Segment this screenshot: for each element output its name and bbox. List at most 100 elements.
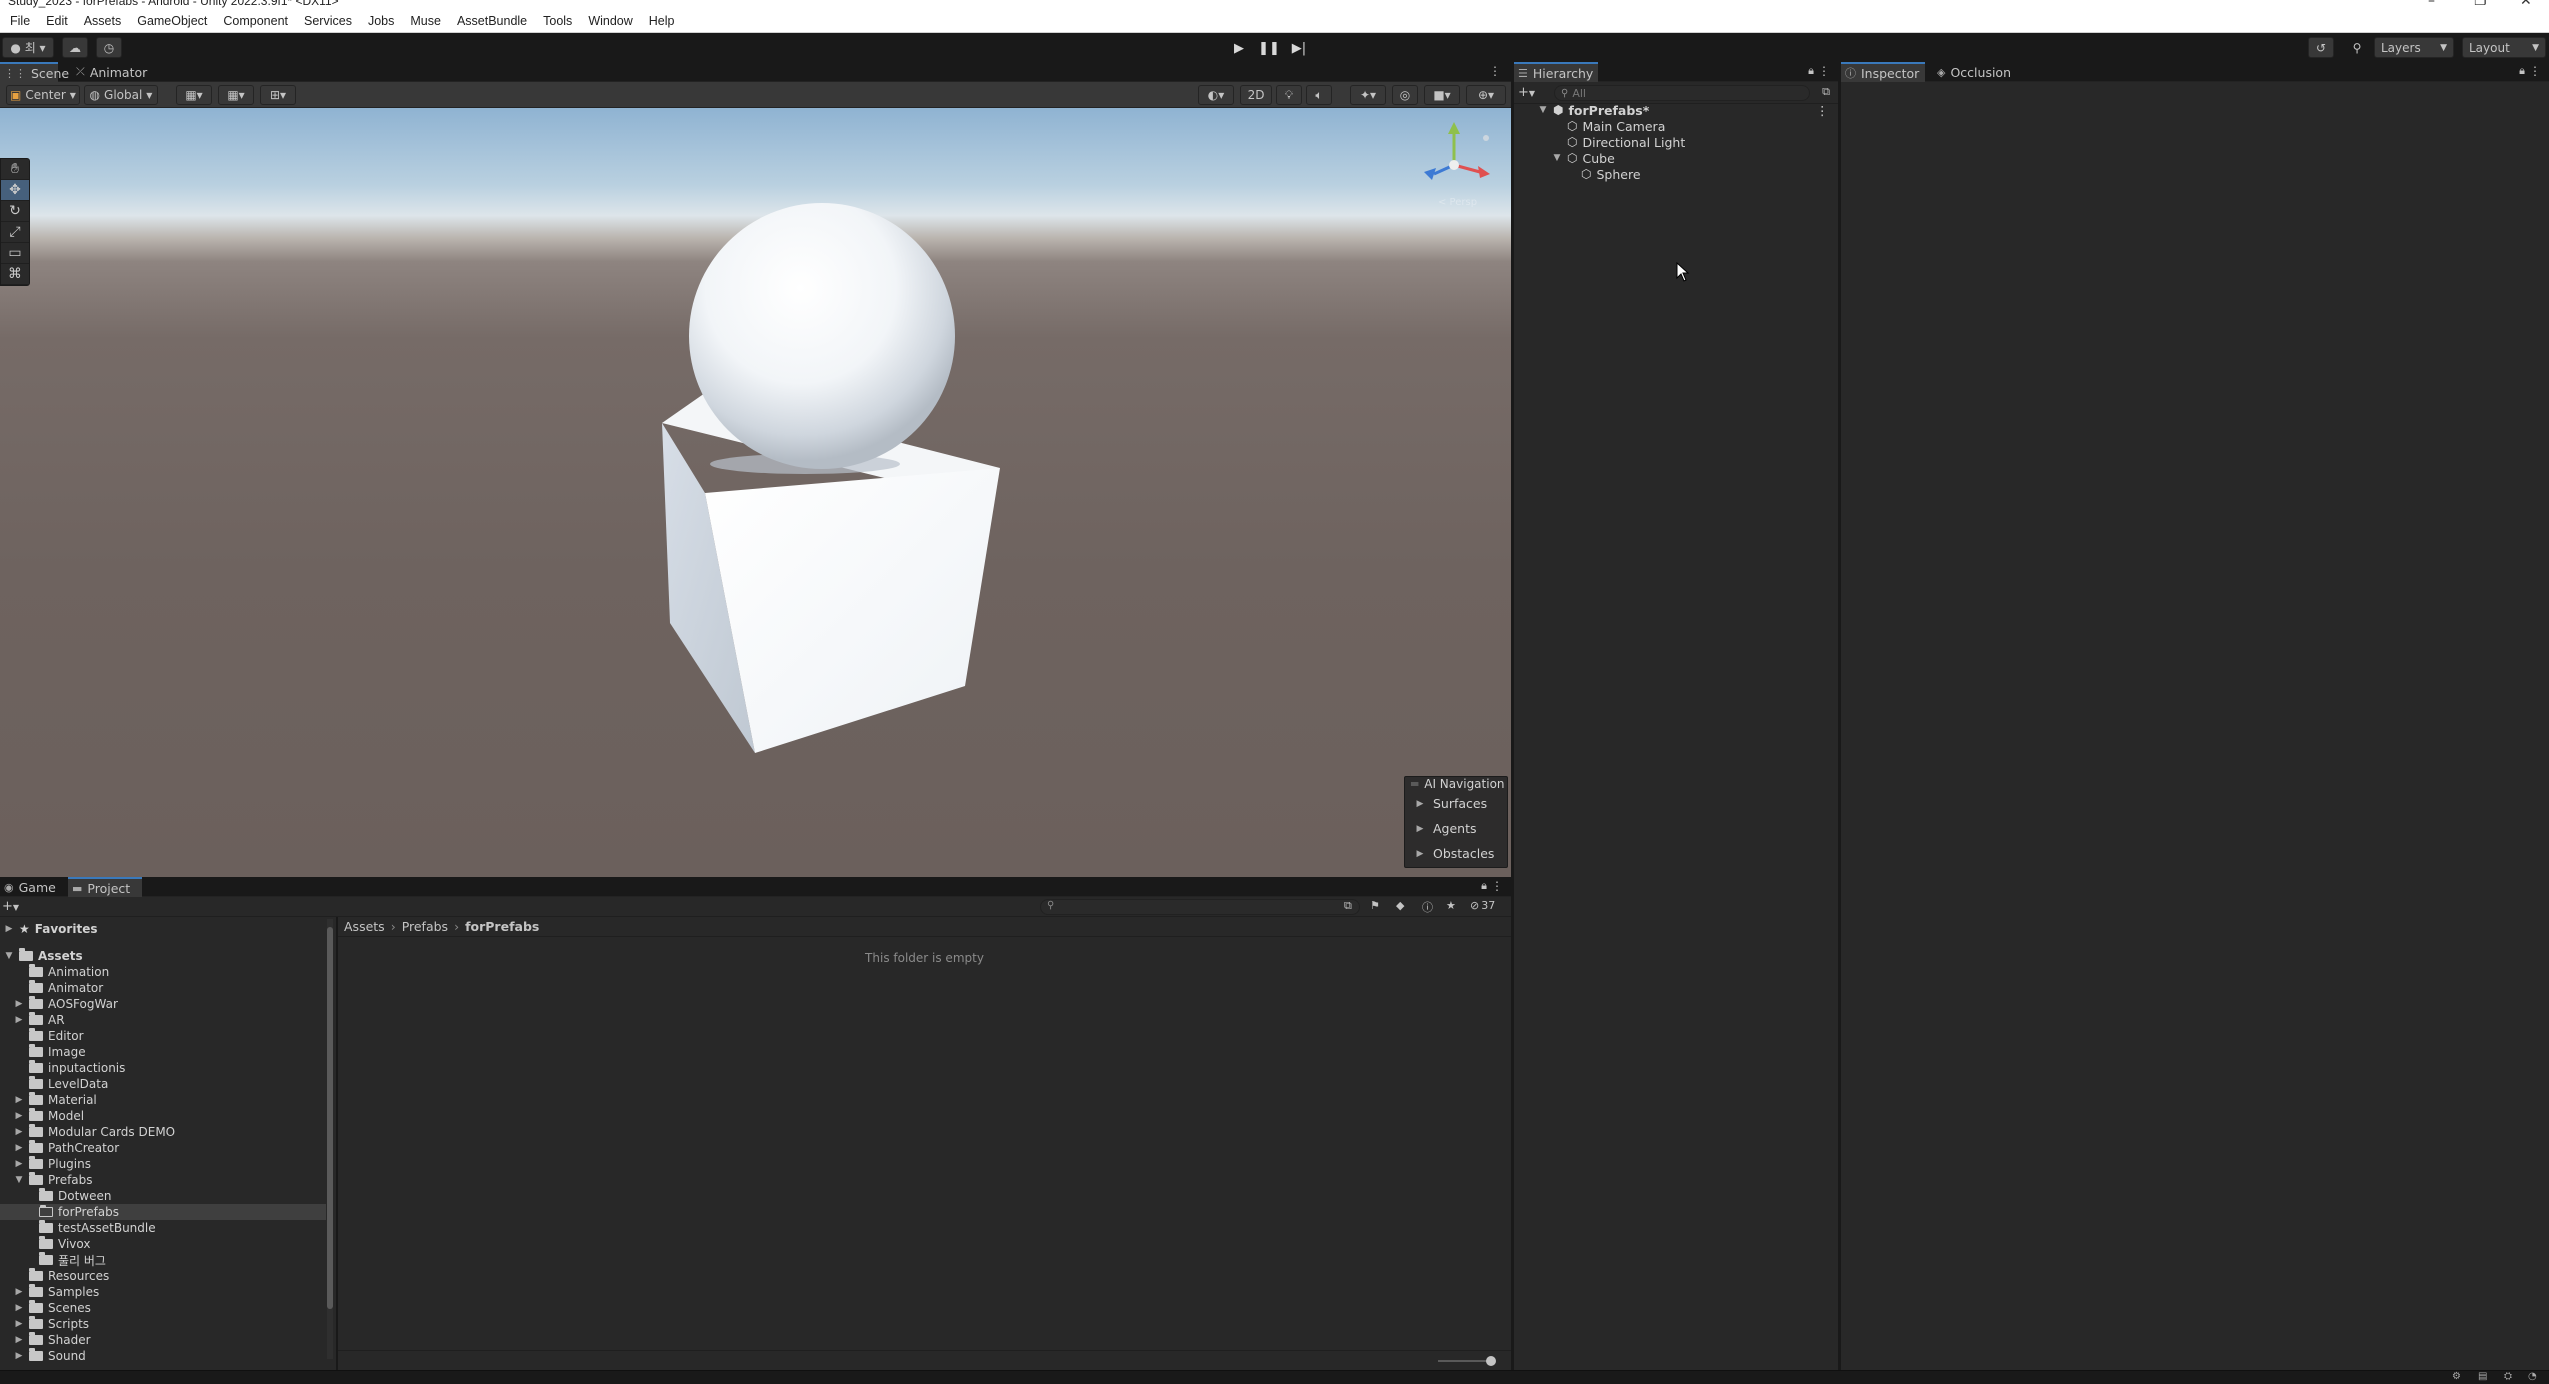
- visibility-toggle[interactable]: ◎: [1392, 85, 1418, 105]
- scale-tool[interactable]: ⤢: [1, 222, 29, 243]
- rotate-tool[interactable]: ↻: [1, 201, 29, 222]
- draw-mode-button[interactable]: ◐▾: [1198, 85, 1234, 105]
- tree-item[interactable]: ▶ Modular Cards DEMO: [0, 1124, 326, 1140]
- scene-visibility-icon[interactable]: ⧉: [1822, 85, 1830, 99]
- tree-item[interactable]: Editor: [0, 1028, 326, 1044]
- breadcrumb-item[interactable]: forPrefabs: [465, 919, 539, 934]
- gizmos-dropdown[interactable]: ⊕▾: [1466, 85, 1506, 105]
- menu-help[interactable]: Help: [641, 14, 683, 28]
- menu-window[interactable]: Window: [580, 14, 640, 28]
- camera-dropdown[interactable]: ■▾: [1424, 85, 1460, 105]
- tree-item[interactable]: inputactionis: [0, 1060, 326, 1076]
- hand-tool[interactable]: ✋︎: [1, 159, 29, 180]
- expand-arrow-icon[interactable]: ▼: [14, 1175, 24, 1185]
- more-options-icon[interactable]: ⋮: [1816, 103, 1829, 118]
- scene-viewport[interactable]: ✋︎ ✥ ↻ ⤢ ▭ ⌘ < Persp ═ AI Navigation ▶ S…: [0, 108, 1511, 877]
- tree-scrollbar[interactable]: [327, 919, 333, 1359]
- tree-item[interactable]: ▶ AOSFogWar: [0, 996, 326, 1012]
- tree-item[interactable]: ▶ Material: [0, 1092, 326, 1108]
- play-button[interactable]: ▶: [1224, 37, 1254, 59]
- menu-edit[interactable]: Edit: [38, 14, 76, 28]
- menu-assetbundle[interactable]: AssetBundle: [449, 14, 535, 28]
- expand-arrow-icon[interactable]: ▶: [14, 1351, 24, 1361]
- debug-icon[interactable]: ⛭: [2504, 1371, 2512, 1382]
- menu-component[interactable]: Component: [215, 14, 296, 28]
- expand-arrow-icon[interactable]: ▶: [14, 1015, 24, 1025]
- audio-toggle[interactable]: 🔈︎: [1306, 85, 1332, 105]
- tree-item[interactable]: Vivox: [0, 1236, 326, 1252]
- orientation-gizmo[interactable]: < Persp: [1414, 120, 1494, 210]
- collab-button[interactable]: ◷: [96, 37, 122, 58]
- tree-item[interactable]: ▶ Shader: [0, 1332, 326, 1348]
- tree-item[interactable]: Animator: [0, 980, 326, 996]
- tree-item[interactable]: Dotween: [0, 1188, 326, 1204]
- tree-item[interactable]: ▶ PathCreator: [0, 1140, 326, 1156]
- lock-icon[interactable]: 🔒︎: [2519, 64, 2525, 78]
- space-dropdown[interactable]: ◍ Global ▼: [84, 85, 158, 105]
- star-icon[interactable]: ★: [1446, 899, 1456, 912]
- tab-animator[interactable]: ⤫ Animator: [72, 62, 152, 82]
- menu-assets[interactable]: Assets: [76, 14, 130, 28]
- project-search[interactable]: ⚲: [1040, 899, 1360, 915]
- expand-arrow-icon[interactable]: ▶: [14, 1095, 24, 1105]
- hierarchy-item[interactable]: ⬡ Sphere: [1566, 166, 1641, 182]
- transform-tool[interactable]: ⌘: [1, 264, 29, 285]
- assets-root-row[interactable]: ▼ Assets: [4, 948, 83, 964]
- pivot-dropdown[interactable]: ▣ Center ▼: [6, 85, 80, 105]
- tree-item[interactable]: Resources: [0, 1268, 326, 1284]
- layout-dropdown[interactable]: Layout ▼: [2462, 37, 2546, 58]
- hierarchy-item[interactable]: ⬡ Directional Light: [1552, 134, 1685, 150]
- tree-item[interactable]: ▶ AR: [0, 1012, 326, 1028]
- maximize-icon[interactable]: ❐: [2474, 0, 2487, 9]
- search-button[interactable]: ⚲: [2344, 37, 2370, 58]
- tab-inspector[interactable]: ⓘ Inspector: [1841, 62, 1925, 82]
- tree-item[interactable]: testAssetBundle: [0, 1220, 326, 1236]
- cloud-button[interactable]: ☁: [62, 37, 88, 58]
- hierarchy-item[interactable]: ▼ ⬡ Cube: [1552, 150, 1615, 166]
- create-button[interactable]: +▼: [2, 899, 19, 914]
- icon-size-slider[interactable]: [1438, 1356, 1496, 1366]
- expand-arrow-icon[interactable]: ▶: [14, 1111, 24, 1121]
- expand-arrow-icon[interactable]: ▼: [1538, 105, 1548, 115]
- tree-item[interactable]: Image: [0, 1044, 326, 1060]
- breadcrumb-item[interactable]: Assets: [344, 919, 385, 934]
- tree-item[interactable]: LevelData: [0, 1076, 326, 1092]
- tree-item[interactable]: ▼ Prefabs: [0, 1172, 326, 1188]
- layers-dropdown[interactable]: Layers ▼: [2374, 37, 2454, 58]
- rect-tool[interactable]: ▭: [1, 243, 29, 264]
- scene-root-row[interactable]: ▼ ⬢ forPrefabs* ⋮: [1538, 102, 1838, 118]
- ai-nav-surfaces[interactable]: ▶ Surfaces: [1405, 791, 1507, 816]
- expand-arrow-icon[interactable]: ▶: [14, 1159, 24, 1169]
- ai-nav-obstacles[interactable]: ▶ Obstacles: [1405, 841, 1507, 866]
- slider-thumb[interactable]: [1486, 1356, 1496, 1366]
- expand-arrow-icon[interactable]: ▼: [1552, 153, 1562, 163]
- favorites-row[interactable]: ▶ ★ Favorites: [4, 921, 98, 937]
- menu-tools[interactable]: Tools: [535, 14, 580, 28]
- menu-jobs[interactable]: Jobs: [360, 14, 402, 28]
- account-button[interactable]: ● 최 ▾: [2, 37, 54, 58]
- expand-arrow-icon[interactable]: ▶: [14, 1143, 24, 1153]
- overlay-header[interactable]: ═ AI Navigation: [1405, 777, 1507, 791]
- expand-arrow-icon[interactable]: ▶: [14, 1287, 24, 1297]
- expand-arrow-icon[interactable]: ▶: [14, 1127, 24, 1137]
- breadcrumb-item[interactable]: Prefabs: [402, 919, 448, 934]
- progress-icon[interactable]: ⚙: [2452, 1371, 2461, 1382]
- expand-arrow-icon[interactable]: ▶: [14, 1303, 24, 1313]
- more-options-icon[interactable]: ⋮: [2529, 64, 2541, 78]
- add-button[interactable]: +▼: [1518, 85, 1535, 100]
- tab-hierarchy[interactable]: ☰ Hierarchy: [1514, 62, 1598, 82]
- more-options-icon[interactable]: ⋮: [1818, 64, 1830, 78]
- ai-nav-agents[interactable]: ▶ Agents: [1405, 816, 1507, 841]
- tab-project[interactable]: ▬ Project: [68, 877, 142, 897]
- more-options-icon[interactable]: ⋮: [1489, 64, 1501, 78]
- undo-history-button[interactable]: ↺: [2308, 37, 2334, 58]
- step-button[interactable]: ▶|: [1284, 37, 1314, 59]
- expand-arrow-icon[interactable]: ▶: [14, 999, 24, 1009]
- effects-dropdown[interactable]: ✦▾: [1350, 85, 1386, 105]
- tab-scene[interactable]: ⋮⋮ Scene: [0, 62, 69, 82]
- close-icon[interactable]: ✕: [2520, 0, 2532, 9]
- hidden-packages-toggle[interactable]: ⊘ 37: [1470, 899, 1495, 912]
- tree-item[interactable]: ▶ Plugins: [0, 1156, 326, 1172]
- menu-file[interactable]: File: [2, 14, 38, 28]
- scrollbar-thumb[interactable]: [327, 927, 333, 1309]
